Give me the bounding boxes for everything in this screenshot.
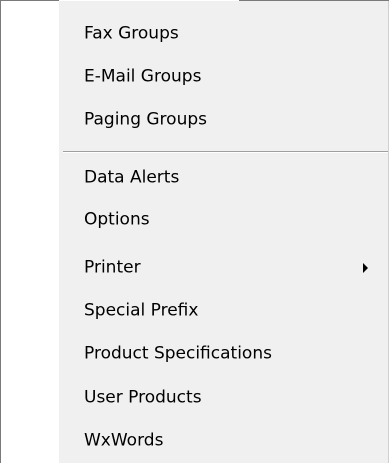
- menu-item-label: Options: [84, 209, 150, 230]
- menu-item-label: E-Mail Groups: [84, 66, 202, 87]
- page: Fax Groups E-Mail Groups Paging Groups D…: [0, 0, 390, 463]
- menu-item-label: WxWords: [84, 430, 164, 451]
- menu-item-email-groups[interactable]: E-Mail Groups: [59, 57, 389, 97]
- menu-item-special-prefix[interactable]: Special Prefix: [59, 291, 389, 331]
- menu-item-printer[interactable]: Printer: [59, 248, 389, 288]
- menu-item-label: Data Alerts: [84, 167, 180, 188]
- menu-item-label: Printer: [84, 257, 141, 278]
- menu-item-product-specifications[interactable]: Product Specifications: [59, 334, 389, 374]
- menu-item-label: Product Specifications: [84, 343, 272, 364]
- menu-item-paging-groups[interactable]: Paging Groups: [59, 100, 389, 140]
- menu-item-fax-groups[interactable]: Fax Groups: [59, 14, 389, 54]
- menu-item-options[interactable]: Options: [59, 200, 389, 240]
- menu-item-label: User Products: [84, 387, 202, 408]
- menu-item-user-products[interactable]: User Products: [59, 378, 389, 418]
- context-menu: Fax Groups E-Mail Groups Paging Groups D…: [0, 0, 389, 463]
- menu-item-data-alerts[interactable]: Data Alerts: [59, 158, 389, 198]
- submenu-arrow-icon: [363, 263, 368, 273]
- menu-item-label: Special Prefix: [84, 300, 199, 321]
- menu-item-label: Paging Groups: [84, 109, 208, 130]
- menu-separator: [63, 151, 389, 153]
- menu-icon-gutter: [1, 1, 59, 463]
- menu-item-wxwords[interactable]: WxWords: [59, 421, 389, 461]
- menu-item-label: Fax Groups: [84, 23, 179, 44]
